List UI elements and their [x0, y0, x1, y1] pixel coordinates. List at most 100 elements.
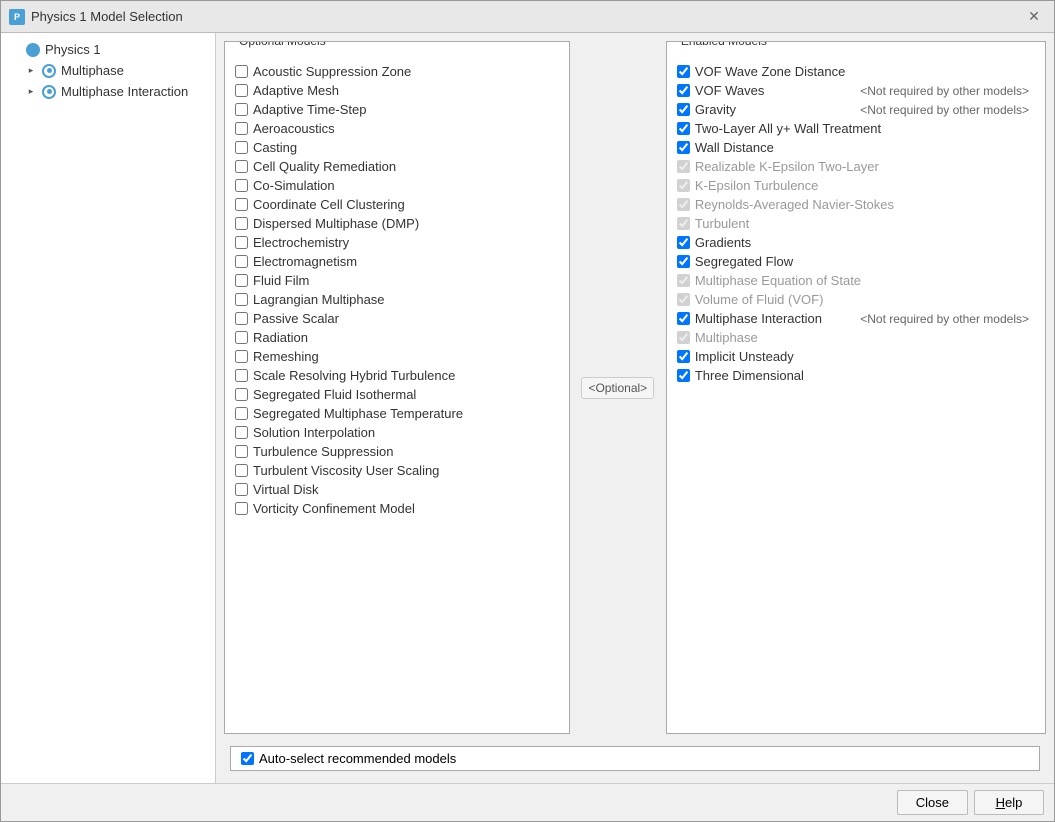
help-button[interactable]: Help: [974, 790, 1044, 815]
enabled-model-item: VOF Wave Zone Distance: [673, 62, 1039, 81]
optional-model-label: Co-Simulation: [253, 178, 335, 193]
app-icon: P: [9, 9, 25, 25]
optional-model-checkbox[interactable]: [235, 388, 248, 401]
enabled-model-item: Volume of Fluid (VOF): [673, 290, 1039, 309]
optional-model-item[interactable]: Vorticity Confinement Model: [231, 499, 563, 518]
optional-model-checkbox[interactable]: [235, 103, 248, 116]
tree-item-multiphase-interaction[interactable]: ▸ Multiphase Interaction: [17, 81, 215, 102]
optional-arrow-label[interactable]: <Optional>: [581, 377, 654, 399]
enabled-model-label: Two-Layer All y+ Wall Treatment: [695, 121, 1035, 136]
auto-select-checkbox[interactable]: [241, 752, 254, 765]
optional-model-item[interactable]: Remeshing: [231, 347, 563, 366]
enabled-model-label: Turbulent: [695, 216, 1035, 231]
enabled-model-item: Wall Distance: [673, 138, 1039, 157]
optional-model-label: Acoustic Suppression Zone: [253, 64, 411, 79]
enabled-model-checkbox[interactable]: [677, 312, 690, 325]
enabled-model-checkbox[interactable]: [677, 141, 690, 154]
optional-model-item[interactable]: Adaptive Mesh: [231, 81, 563, 100]
optional-model-checkbox[interactable]: [235, 293, 248, 306]
enabled-model-checkbox[interactable]: [677, 369, 690, 382]
optional-model-checkbox[interactable]: [235, 84, 248, 97]
enabled-model-checkbox[interactable]: [677, 84, 690, 97]
optional-model-item[interactable]: Acoustic Suppression Zone: [231, 62, 563, 81]
optional-model-item[interactable]: Turbulence Suppression: [231, 442, 563, 461]
optional-model-checkbox[interactable]: [235, 369, 248, 382]
optional-model-item[interactable]: Scale Resolving Hybrid Turbulence: [231, 366, 563, 385]
tree-item-physics1[interactable]: Physics 1: [1, 39, 215, 60]
optional-model-checkbox[interactable]: [235, 217, 248, 230]
optional-model-item[interactable]: Virtual Disk: [231, 480, 563, 499]
optional-model-checkbox[interactable]: [235, 426, 248, 439]
enabled-model-item: Realizable K-Epsilon Two-Layer: [673, 157, 1039, 176]
enabled-model-checkbox[interactable]: [677, 350, 690, 363]
enabled-model-label: Multiphase Interaction: [695, 311, 855, 326]
optional-model-checkbox[interactable]: [235, 483, 248, 496]
optional-model-label: Segregated Fluid Isothermal: [253, 387, 416, 402]
enabled-model-item: VOF Waves<Not required by other models>: [673, 81, 1039, 100]
enabled-model-checkbox[interactable]: [677, 122, 690, 135]
optional-model-checkbox[interactable]: [235, 255, 248, 268]
close-window-button[interactable]: ✕: [1022, 5, 1046, 29]
optional-model-label: Remeshing: [253, 349, 319, 364]
optional-model-item[interactable]: Radiation: [231, 328, 563, 347]
enabled-model-item: Gradients: [673, 233, 1039, 252]
optional-model-label: Passive Scalar: [253, 311, 339, 326]
optional-model-checkbox[interactable]: [235, 312, 248, 325]
optional-model-checkbox[interactable]: [235, 122, 248, 135]
optional-model-checkbox[interactable]: [235, 331, 248, 344]
optional-model-item[interactable]: Electromagnetism: [231, 252, 563, 271]
optional-model-item[interactable]: Aeroacoustics: [231, 119, 563, 138]
optional-model-item[interactable]: Segregated Multiphase Temperature: [231, 404, 563, 423]
main-window: P Physics 1 Model Selection ✕ Physics 1 …: [0, 0, 1055, 822]
enabled-models-list: VOF Wave Zone Distance VOF Waves<Not requ…: [667, 50, 1045, 733]
optional-model-item[interactable]: Passive Scalar: [231, 309, 563, 328]
title-bar: P Physics 1 Model Selection ✕: [1, 1, 1054, 33]
enabled-model-checkbox[interactable]: [677, 103, 690, 116]
auto-select-bar: Auto-select recommended models: [230, 746, 1040, 771]
optional-model-checkbox[interactable]: [235, 65, 248, 78]
optional-model-item[interactable]: Electrochemistry: [231, 233, 563, 252]
optional-model-item[interactable]: Coordinate Cell Clustering: [231, 195, 563, 214]
enabled-models-group: Enabled Models VOF Wave Zone DistanceVOF…: [666, 41, 1046, 734]
close-button[interactable]: Close: [897, 790, 968, 815]
optional-model-item[interactable]: Lagrangian Multiphase: [231, 290, 563, 309]
enabled-model-label: VOF Wave Zone Distance: [695, 64, 1035, 79]
optional-model-item[interactable]: Solution Interpolation: [231, 423, 563, 442]
optional-model-checkbox[interactable]: [235, 407, 248, 420]
optional-model-checkbox[interactable]: [235, 179, 248, 192]
optional-model-item[interactable]: Cell Quality Remediation: [231, 157, 563, 176]
enabled-model-checkbox[interactable]: [677, 236, 690, 249]
tree-item-multiphase[interactable]: ▸ Multiphase: [17, 60, 215, 81]
enabled-model-checkbox[interactable]: [677, 255, 690, 268]
optional-model-item[interactable]: Casting: [231, 138, 563, 157]
enabled-model-label: Multiphase Equation of State: [695, 273, 1035, 288]
optional-model-checkbox[interactable]: [235, 236, 248, 249]
optional-model-checkbox[interactable]: [235, 160, 248, 173]
panels-row: Optional Models Acoustic Suppression Zon…: [224, 41, 1046, 734]
enabled-model-item: K-Epsilon Turbulence: [673, 176, 1039, 195]
optional-model-item[interactable]: Fluid Film: [231, 271, 563, 290]
optional-model-item[interactable]: Segregated Fluid Isothermal: [231, 385, 563, 404]
optional-model-checkbox[interactable]: [235, 350, 248, 363]
enabled-model-item: Three Dimensional: [673, 366, 1039, 385]
arrow-area: <Optional>: [578, 41, 658, 734]
optional-model-item[interactable]: Adaptive Time-Step: [231, 100, 563, 119]
enabled-model-item: Multiphase Equation of State: [673, 271, 1039, 290]
optional-model-checkbox[interactable]: [235, 198, 248, 211]
optional-model-item[interactable]: Turbulent Viscosity User Scaling: [231, 461, 563, 480]
window-title: Physics 1 Model Selection: [31, 9, 1022, 24]
optional-model-checkbox[interactable]: [235, 464, 248, 477]
optional-model-checkbox[interactable]: [235, 274, 248, 287]
optional-model-item[interactable]: Dispersed Multiphase (DMP): [231, 214, 563, 233]
enabled-models-legend: Enabled Models: [677, 41, 771, 48]
auto-select-label[interactable]: Auto-select recommended models: [259, 751, 456, 766]
enabled-model-checkbox[interactable]: [677, 65, 690, 78]
optional-model-checkbox[interactable]: [235, 141, 248, 154]
optional-models-list: Acoustic Suppression Zone Adaptive Mesh Ad…: [225, 50, 569, 733]
optional-model-checkbox[interactable]: [235, 502, 248, 515]
optional-model-label: Vorticity Confinement Model: [253, 501, 415, 516]
optional-model-label: Adaptive Time-Step: [253, 102, 366, 117]
optional-model-item[interactable]: Co-Simulation: [231, 176, 563, 195]
mpi-icon: [42, 85, 56, 99]
optional-model-checkbox[interactable]: [235, 445, 248, 458]
